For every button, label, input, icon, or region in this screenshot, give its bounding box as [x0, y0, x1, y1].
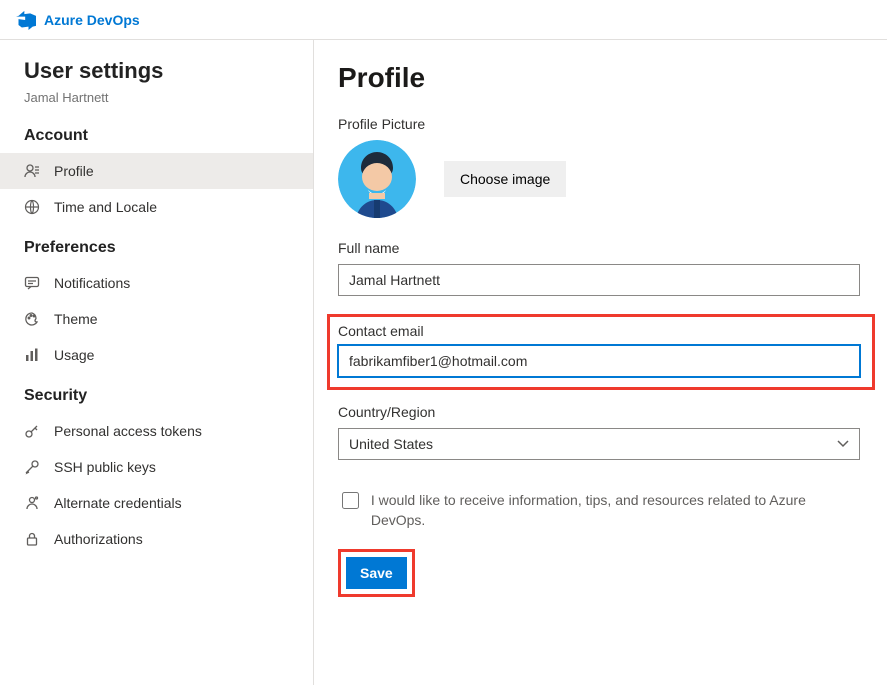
- marketing-optin-text: I would like to receive information, tip…: [371, 490, 860, 531]
- sidebar-item-profile[interactable]: Profile: [0, 153, 313, 189]
- section-preferences: Preferences: [0, 231, 313, 265]
- save-button[interactable]: Save: [346, 557, 407, 589]
- sidebar: User settings Jamal Hartnett Account Pro…: [0, 40, 314, 685]
- azure-devops-logo-icon: [16, 10, 36, 30]
- country-select[interactable]: United States: [338, 428, 860, 460]
- marketing-optin-checkbox[interactable]: [342, 492, 359, 509]
- sidebar-item-notifications[interactable]: Notifications: [0, 265, 313, 301]
- section-security: Security: [0, 379, 313, 413]
- globe-icon: [24, 199, 40, 215]
- sidebar-item-label: Time and Locale: [54, 199, 157, 215]
- profile-icon: [24, 163, 40, 179]
- sidebar-item-label: Profile: [54, 163, 94, 179]
- avatar: [338, 140, 416, 218]
- sidebar-item-theme[interactable]: Theme: [0, 301, 313, 337]
- section-account: Account: [0, 119, 313, 153]
- sidebar-item-label: SSH public keys: [54, 459, 156, 475]
- sidebar-item-label: Alternate credentials: [54, 495, 182, 511]
- alt-creds-icon: [24, 495, 40, 511]
- profile-picture-label: Profile Picture: [338, 116, 863, 132]
- sidebar-item-time-locale[interactable]: Time and Locale: [0, 189, 313, 225]
- sidebar-item-authorizations[interactable]: Authorizations: [0, 521, 313, 557]
- save-highlight: Save: [338, 549, 415, 597]
- page-title: Profile: [338, 62, 863, 94]
- sidebar-item-ssh[interactable]: SSH public keys: [0, 449, 313, 485]
- key-icon: [24, 423, 40, 439]
- contact-email-highlight: Contact email: [327, 314, 875, 390]
- sidebar-title: User settings: [0, 58, 313, 90]
- contact-email-input[interactable]: [338, 345, 860, 377]
- sidebar-item-label: Authorizations: [54, 531, 143, 547]
- topbar: Azure DevOps: [0, 0, 887, 40]
- brand-text[interactable]: Azure DevOps: [44, 12, 140, 28]
- sidebar-item-usage[interactable]: Usage: [0, 337, 313, 373]
- sidebar-item-label: Personal access tokens: [54, 423, 202, 439]
- theme-icon: [24, 311, 40, 327]
- country-label: Country/Region: [338, 404, 863, 420]
- sidebar-user: Jamal Hartnett: [0, 90, 313, 119]
- full-name-label: Full name: [338, 240, 863, 256]
- ssh-icon: [24, 459, 40, 475]
- usage-icon: [24, 347, 40, 363]
- sidebar-item-label: Notifications: [54, 275, 130, 291]
- sidebar-item-label: Theme: [54, 311, 98, 327]
- marketing-optin-row[interactable]: I would like to receive information, tip…: [338, 478, 860, 549]
- full-name-input[interactable]: [338, 264, 860, 296]
- main-content: Profile Profile Picture Choose image Ful…: [314, 40, 887, 685]
- contact-email-label: Contact email: [338, 323, 864, 339]
- choose-image-button[interactable]: Choose image: [444, 161, 566, 197]
- lock-icon: [24, 531, 40, 547]
- sidebar-item-label: Usage: [54, 347, 94, 363]
- sidebar-item-alt-creds[interactable]: Alternate credentials: [0, 485, 313, 521]
- chat-icon: [24, 275, 40, 291]
- sidebar-item-pat[interactable]: Personal access tokens: [0, 413, 313, 449]
